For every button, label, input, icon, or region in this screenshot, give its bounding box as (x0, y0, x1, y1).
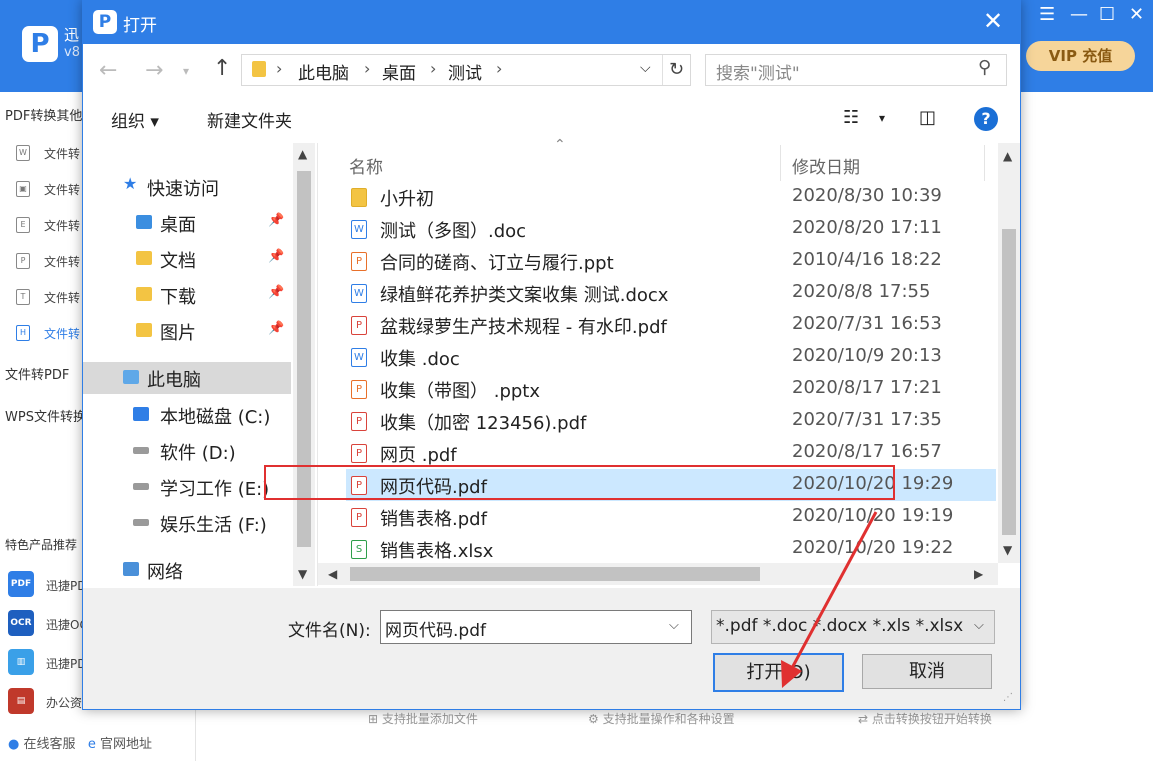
annotation-arrow (781, 511, 878, 688)
